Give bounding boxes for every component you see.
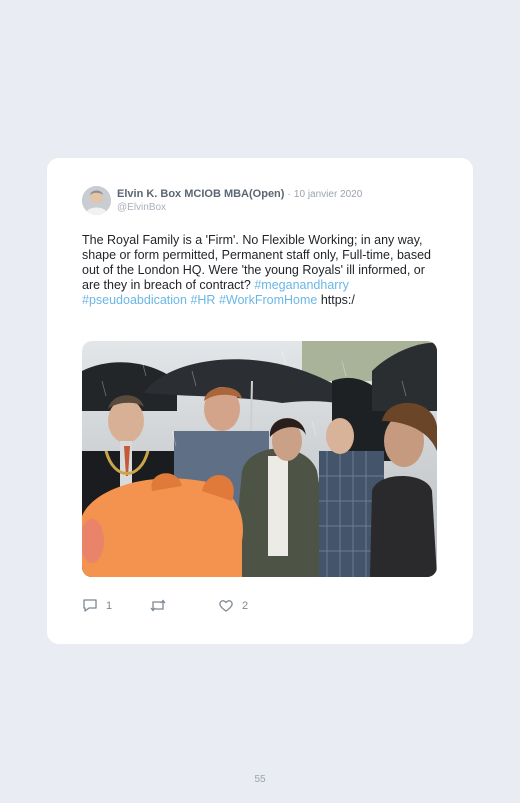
avatar[interactable] xyxy=(82,186,111,215)
like-count: 2 xyxy=(242,599,249,612)
reply-count: 1 xyxy=(106,599,113,612)
retweet-button[interactable] xyxy=(149,598,167,613)
header-separator: · xyxy=(287,189,291,200)
heart-icon xyxy=(219,600,233,612)
tweet-actions: 1 2 xyxy=(82,598,442,616)
hashtag-link[interactable]: #meganandharry xyxy=(254,278,349,292)
page-number: 55 xyxy=(254,774,266,785)
like-button[interactable]: 2 xyxy=(218,598,248,613)
tweet-date[interactable]: 10 janvier 2020 xyxy=(294,189,362,200)
photo-image xyxy=(82,341,437,577)
reply-icon xyxy=(83,599,97,612)
reply-button[interactable]: 1 xyxy=(82,598,112,613)
hashtag-link[interactable]: #pseudoabdication xyxy=(82,293,187,307)
avatar-image xyxy=(82,186,111,215)
tweet-photo[interactable] xyxy=(82,341,437,577)
tweet-card: Elvin K. Box MCIOB MBA(Open) · 10 janvie… xyxy=(47,158,473,644)
tweet-link[interactable]: https:/ xyxy=(321,293,355,307)
tweet-header: Elvin K. Box MCIOB MBA(Open) · 10 janvie… xyxy=(117,188,362,214)
hashtag-link[interactable]: #HR xyxy=(190,293,215,307)
hashtag-link[interactable]: #WorkFromHome xyxy=(219,293,317,307)
retweet-icon xyxy=(150,599,166,612)
author-name[interactable]: Elvin K. Box MCIOB MBA(Open) xyxy=(117,188,284,200)
tweet-text: The Royal Family is a 'Firm'. No Flexibl… xyxy=(82,233,432,308)
author-handle[interactable]: @ElvinBox xyxy=(117,201,362,214)
